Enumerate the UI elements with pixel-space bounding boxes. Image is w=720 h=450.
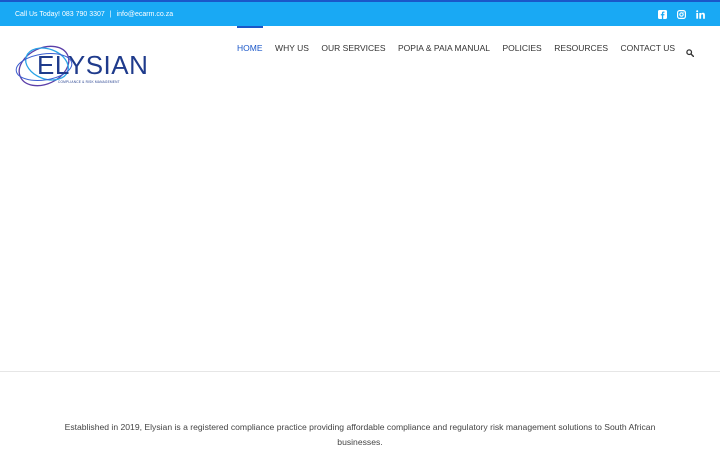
nav-policies[interactable]: POLICIES — [502, 26, 541, 90]
site-header: ELYSIAN COMPLIANCE & RISK MANAGEMENT HOM… — [0, 26, 720, 108]
nav-contact-us[interactable]: CONTACT US — [621, 26, 675, 90]
logo-tagline: COMPLIANCE & RISK MANAGEMENT — [58, 80, 120, 84]
intro-paragraph: Established in 2019, Elysian is a regist… — [64, 421, 656, 447]
logo-name: ELYSIAN — [37, 50, 149, 80]
contact-separator: | — [109, 10, 112, 18]
nav-popia-paia-manual[interactable]: POPIA & PAIA MANUAL — [398, 26, 490, 90]
linkedin-icon[interactable] — [695, 9, 705, 19]
nav-our-services[interactable]: OUR SERVICES — [321, 26, 385, 90]
nav-home[interactable]: HOME — [237, 26, 263, 90]
search-icon[interactable] — [686, 26, 695, 62]
phone-text[interactable]: Call Us Today! 083 790 3307 — [15, 11, 105, 18]
hero-area — [0, 107, 720, 372]
top-bar: Call Us Today! 083 790 3307 | info@ecarm… — [0, 2, 720, 26]
contact-info: Call Us Today! 083 790 3307 | info@ecarm… — [15, 11, 173, 18]
facebook-icon[interactable] — [657, 9, 667, 19]
social-links — [657, 9, 705, 19]
instagram-icon[interactable] — [676, 9, 686, 19]
main-nav: HOME WHY US OUR SERVICES POPIA & PAIA MA… — [225, 26, 695, 107]
site-logo[interactable]: ELYSIAN COMPLIANCE & RISK MANAGEMENT — [14, 36, 148, 96]
nav-resources[interactable]: RESOURCES — [554, 26, 608, 90]
email-link[interactable]: info@ecarm.co.za — [117, 11, 174, 18]
nav-why-us[interactable]: WHY US — [275, 26, 309, 90]
